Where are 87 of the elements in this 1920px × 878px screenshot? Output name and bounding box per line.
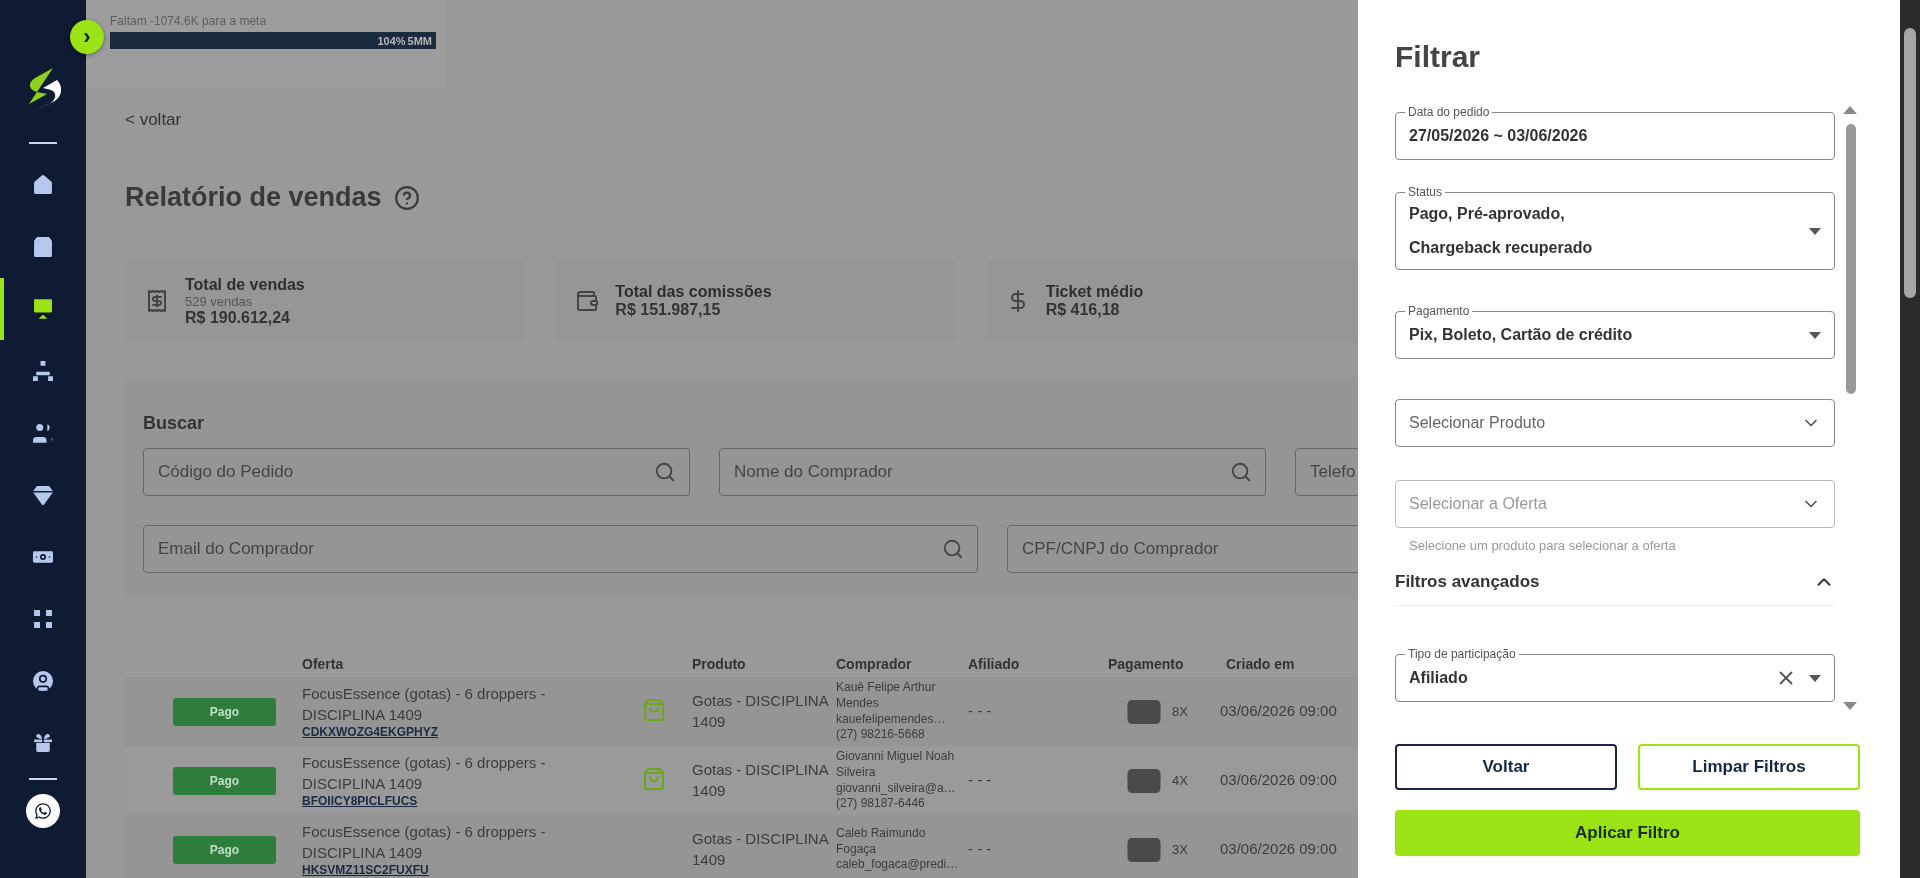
field-value: 27/05/2026 ~ 03/06/2026: [1409, 126, 1589, 146]
summary-value: R$ 190.612,24: [185, 308, 291, 327]
wallet-icon: [575, 289, 600, 313]
field-value: Pix, Boleto, Cartão de crédito: [1409, 325, 1634, 345]
search-field[interactable]: Email do Comprador: [143, 525, 978, 573]
buyer-info: (27) 98187-6446: [836, 796, 926, 812]
field-value: Pago, Pré-aprovado, Chargeback recuperado: [1409, 204, 1594, 258]
status-badge: Pago: [173, 697, 276, 726]
user-icon: [30, 668, 56, 694]
network-icon: [30, 358, 56, 384]
goal-caption: Faltam -1074.6K para a meta: [110, 14, 268, 30]
buyer-info: caleb_fogaca@predi…: [836, 857, 960, 873]
action-button[interactable]: Limpar Filtros: [1638, 744, 1860, 790]
installments: 3X: [1172, 840, 1188, 859]
drawer-title: Filtrar: [1395, 40, 1482, 74]
product-name: Gotas - DISCIPLINA 1409: [692, 691, 830, 732]
helper-text: Selecione um produto para selecionar a oferta: [1409, 538, 1677, 553]
offer-name: FocusEssence (gotas) - 6 droppers - DISCIPLINA 1409: [302, 684, 547, 725]
caret-icon: [1809, 331, 1821, 339]
search-icon: [1230, 461, 1252, 483]
created-date: 03/06/2026 09:00: [1220, 839, 1338, 860]
table-row[interactable]: Pago FocusEssence (gotas) - 6 droppers - DISCIPLINA 1409 CDKXWOZG4EKGPHYZ Gotas - DISCIPLINA 1409 Kauê Felipe Arthur Mendes kauefelipemendes… (27) 98216-5668 - - - 8X 03/06/2026 09:00: [125, 677, 1358, 746]
select-field[interactable]: Status Pago, Pré-aprovado, Chargeback recuperado: [1395, 184, 1835, 270]
field-label: Tipo de participação: [1405, 646, 1519, 662]
column-header: Oferta: [302, 656, 345, 672]
diamond-icon: [30, 482, 56, 508]
summary-label: Total das comissões: [615, 283, 772, 301]
progress-percent: 104%: [377, 34, 406, 47]
buyer-info: kauefelipemendes…: [836, 711, 947, 728]
offer-name: FocusEssence (gotas) - 6 droppers - DISCIPLINA 1409: [302, 822, 547, 863]
column-header: Produto: [692, 656, 747, 672]
summary-label: Ticket médio: [1045, 283, 1144, 301]
order-code-link[interactable]: HKSVMZ11SC2FUXFU: [302, 862, 642, 877]
product-name: Gotas - DISCIPLINA 1409: [692, 829, 830, 870]
apply-button[interactable]: Aplicar Filtro: [1395, 810, 1860, 856]
search-field[interactable]: Código do Pedido: [143, 448, 690, 496]
search-field[interactable]: Nome do Comprador: [719, 448, 1266, 496]
affiliate-value: - - -: [968, 770, 993, 791]
search-field[interactable]: CPF/CNPJ do Comprador: [1007, 525, 1358, 573]
field-label: Pagamento: [1405, 303, 1473, 319]
column-header: Criado em: [1225, 656, 1296, 672]
search-icon: [942, 538, 964, 560]
help-icon[interactable]: [393, 184, 420, 211]
summary-label: Total de vendas: [185, 275, 305, 294]
back-link[interactable]: < voltar: [125, 110, 182, 130]
caret-icon: [1809, 227, 1821, 235]
order-code-link[interactable]: CDKXWOZG4EKGPHYZ: [302, 724, 642, 739]
search-title: Buscar: [143, 413, 206, 434]
receipt-icon: [145, 289, 169, 313]
affiliate-value: - - -: [968, 839, 993, 860]
search-icon: [654, 461, 676, 483]
page-scrollbar[interactable]: [1900, 0, 1920, 878]
created-date: 03/06/2026 09:00: [1220, 770, 1338, 791]
select-field[interactable]: Tipo de participação Afiliado: [1395, 646, 1835, 702]
status-badge: Pago: [173, 766, 276, 795]
summary-subtext: 529 vendas: [185, 293, 254, 309]
summary-value: R$ 151.987,15: [615, 301, 722, 319]
advanced-filters-toggle[interactable]: Filtros avançados: [1395, 559, 1835, 606]
buyer-info: (27) 98216-5668: [836, 727, 926, 743]
field-label: Data do pedido: [1405, 104, 1493, 120]
caret-icon: [1809, 674, 1821, 682]
date-field[interactable]: Data do pedido 27/05/2026 ~ 03/06/2026: [1395, 104, 1835, 160]
created-date: 03/06/2026 09:00: [1220, 701, 1338, 722]
summary-value: R$ 416,18: [1045, 301, 1121, 319]
select-field[interactable]: Selecionar Produto: [1395, 399, 1835, 447]
progress-target: 5MM: [407, 34, 432, 47]
page-title: Relatório de vendas: [125, 182, 382, 213]
product-name: Gotas - DISCIPLINA 1409: [692, 760, 830, 801]
installments: 4X: [1172, 771, 1188, 790]
select-field[interactable]: Pagamento Pix, Boleto, Cartão de crédito: [1395, 303, 1835, 359]
whatsapp-button[interactable]: [26, 794, 60, 828]
whatsapp-icon: [34, 802, 52, 820]
column-header: Pagamento: [1108, 656, 1185, 672]
expand-sidebar-button[interactable]: ›: [70, 20, 104, 54]
order-code-link[interactable]: BFOIICY8PICLFUCS: [302, 793, 642, 808]
installments: 8X: [1172, 702, 1188, 721]
column-header: Afiliado: [968, 656, 1021, 672]
affiliate-value: - - -: [968, 701, 993, 722]
status-badge: Pago: [173, 835, 276, 864]
action-button[interactable]: Voltar: [1395, 744, 1617, 790]
offer-name: FocusEssence (gotas) - 6 droppers - DISCIPLINA 1409: [302, 753, 547, 794]
buyer-info: giovanni_silveira@a…: [836, 780, 957, 797]
field-placeholder: Selecionar Produto: [1409, 413, 1547, 433]
field-value: Afiliado: [1409, 668, 1469, 688]
field-placeholder: Selecionar a Oferta: [1409, 494, 1548, 514]
column-header: Comprador: [836, 656, 913, 672]
search-field[interactable]: Telefo: [1295, 448, 1358, 496]
